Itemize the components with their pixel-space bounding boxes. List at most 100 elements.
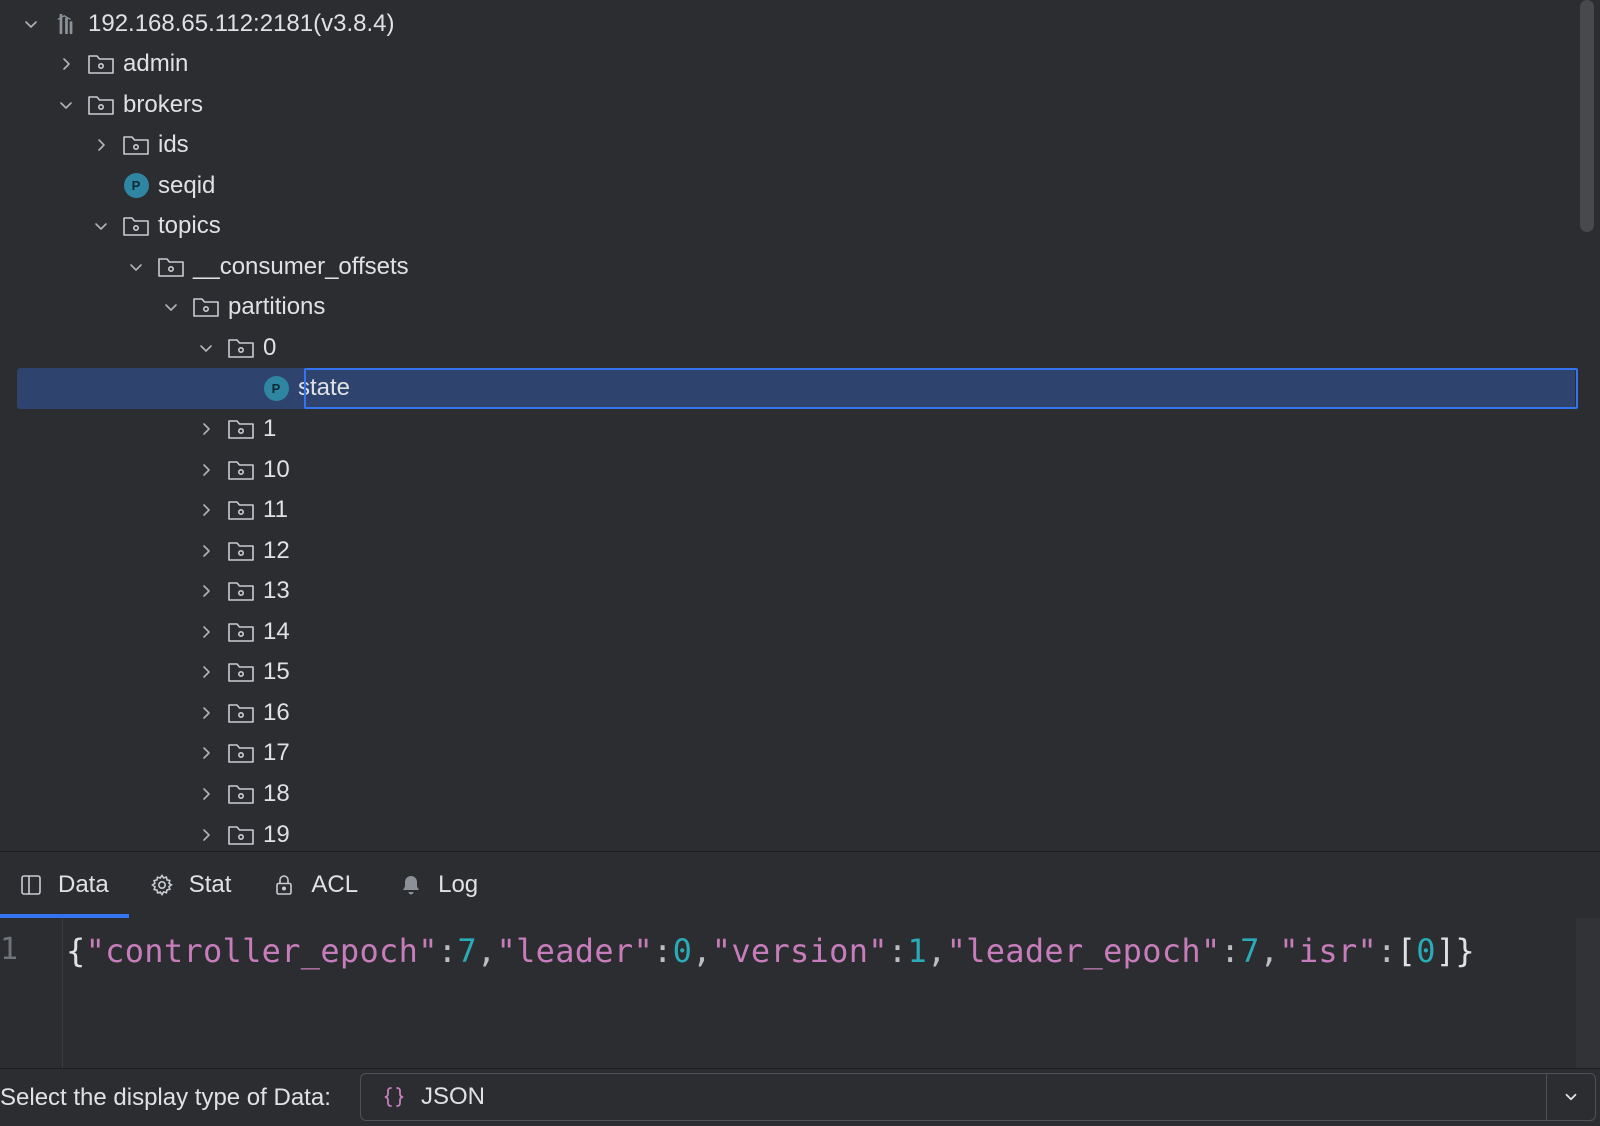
chevron-right-icon[interactable] — [195, 824, 217, 846]
folder-icon — [227, 538, 255, 564]
json-token: 7 — [457, 932, 477, 970]
tree-node-label: 1 — [263, 415, 277, 442]
folder-icon — [227, 740, 255, 766]
folder-icon — [227, 700, 255, 726]
chevron-right-icon[interactable] — [195, 459, 217, 481]
tree-node-label: 16 — [263, 698, 290, 726]
tree-node[interactable]: 14 — [0, 611, 1560, 652]
tab-data[interactable]: Data — [0, 852, 129, 918]
tree-node[interactable]: 19 — [0, 814, 1560, 851]
display-type-select[interactable]: JSON — [360, 1073, 1596, 1121]
tree-node[interactable]: 16 — [0, 692, 1560, 733]
tree-node[interactable]: Pstate — [0, 367, 1578, 409]
json-token: "version" — [711, 932, 888, 970]
tree-node[interactable]: ids — [0, 125, 1560, 166]
bell-icon — [398, 872, 424, 898]
chevron-right-icon[interactable] — [195, 742, 217, 764]
chevron-down-icon[interactable] — [195, 337, 217, 359]
tree-node-label: __consumer_offsets — [193, 252, 409, 280]
chevron-right-icon[interactable] — [195, 783, 217, 805]
tree-node-label: 11 — [263, 496, 288, 524]
tab-label: Log — [438, 870, 479, 898]
tree-node-label: 14 — [263, 617, 290, 645]
json-token: ] — [1435, 932, 1456, 970]
json-token: : — [437, 932, 458, 970]
tree-node[interactable]: 15 — [0, 652, 1560, 693]
chevron-right-icon[interactable] — [195, 499, 217, 521]
display-type-label: Select the display type of Data: — [0, 1083, 331, 1111]
folder-icon — [122, 132, 150, 158]
tree-node[interactable]: partitions — [0, 287, 1560, 328]
json-token: "leader_epoch" — [946, 932, 1221, 970]
chevron-down-icon[interactable] — [125, 256, 147, 278]
tab-label: Data — [58, 870, 109, 898]
tree-node-label: admin — [123, 50, 189, 78]
tree-node-label: 10 — [263, 455, 290, 483]
lock-icon — [271, 872, 297, 898]
tree-node[interactable]: topics — [0, 206, 1560, 247]
braces-icon — [381, 1084, 407, 1110]
json-token: , — [1259, 932, 1280, 970]
folder-icon — [227, 781, 255, 807]
chevron-down-icon[interactable] — [90, 215, 112, 237]
chevron-right-icon[interactable] — [195, 702, 217, 724]
gear-icon — [149, 872, 175, 898]
tree-node-label: brokers — [123, 90, 204, 118]
tab-stat[interactable]: Stat — [129, 852, 252, 918]
tree-node[interactable]: 10 — [0, 449, 1560, 490]
tree-node[interactable]: Pseqid — [0, 165, 1560, 206]
folder-icon — [227, 578, 255, 604]
chevron-down-icon[interactable] — [160, 296, 182, 318]
chevron-down-icon[interactable] — [20, 13, 42, 35]
chevron-right-icon[interactable] — [195, 621, 217, 643]
json-token: : — [653, 932, 673, 970]
tree-node[interactable]: admin — [0, 44, 1560, 85]
folder-icon — [227, 335, 255, 361]
json-token: } — [1455, 932, 1475, 970]
tree-node[interactable]: 1 — [0, 409, 1560, 450]
tree-node[interactable]: 12 — [0, 530, 1560, 571]
tree-scrollbar[interactable] — [1580, 0, 1594, 232]
chevron-down-icon[interactable] — [1546, 1074, 1595, 1120]
tree-node[interactable]: brokers — [0, 84, 1560, 125]
tree-node[interactable]: __consumer_offsets — [0, 246, 1560, 287]
tab-acl[interactable]: ACL — [251, 852, 378, 918]
tree-node[interactable]: 17 — [0, 733, 1560, 774]
tree-node[interactable]: 18 — [0, 773, 1560, 814]
tree-node[interactable]: 0 — [0, 327, 1560, 368]
editor-scrollbar[interactable] — [1576, 918, 1600, 1068]
json-token: 7 — [1240, 932, 1260, 970]
tree-node-label: 17 — [263, 739, 290, 767]
tree-node[interactable]: 11 — [0, 490, 1560, 531]
chevron-right-icon[interactable] — [195, 661, 217, 683]
json-token: [ — [1396, 932, 1417, 970]
server-icon — [52, 11, 80, 37]
data-editor[interactable]: 1 {"controller_epoch":7,"leader":0,"vers… — [0, 918, 1600, 1068]
chevron-right-icon[interactable] — [195, 418, 217, 440]
chevron-right-icon[interactable] — [90, 134, 112, 156]
tree-node-label: 15 — [263, 658, 290, 686]
rename-field[interactable] — [304, 367, 1578, 409]
chevron-right-icon[interactable] — [195, 580, 217, 602]
persistent-node-icon: P — [122, 173, 150, 199]
tab-log[interactable]: Log — [378, 852, 498, 918]
tab-label: Stat — [188, 870, 232, 898]
json-token: 1 — [907, 932, 928, 970]
tree-node-label: seqid — [158, 171, 216, 199]
tree-node[interactable]: 192.168.65.112:2181(v3.8.4) — [0, 3, 1560, 44]
detail-tabs: Data Stat ACL Log — [0, 851, 1600, 918]
line-number: 1 — [0, 932, 19, 967]
json-token: , — [692, 932, 712, 970]
tree-node[interactable]: 13 — [0, 571, 1560, 612]
tree-node-label: 19 — [263, 820, 290, 848]
display-type-bar: Select the display type of Data: JSON — [0, 1068, 1600, 1125]
chevron-right-icon[interactable] — [195, 540, 217, 562]
folder-icon — [87, 92, 115, 118]
chevron-right-icon[interactable] — [55, 53, 77, 75]
json-token: "leader" — [496, 932, 654, 970]
json-token: "controller_epoch" — [85, 932, 438, 970]
chevron-down-icon[interactable] — [55, 94, 77, 116]
json-code[interactable]: {"controller_epoch":7,"leader":0,"versio… — [66, 932, 1475, 970]
tree-node-label: ids — [158, 131, 189, 159]
folder-icon — [227, 457, 255, 483]
